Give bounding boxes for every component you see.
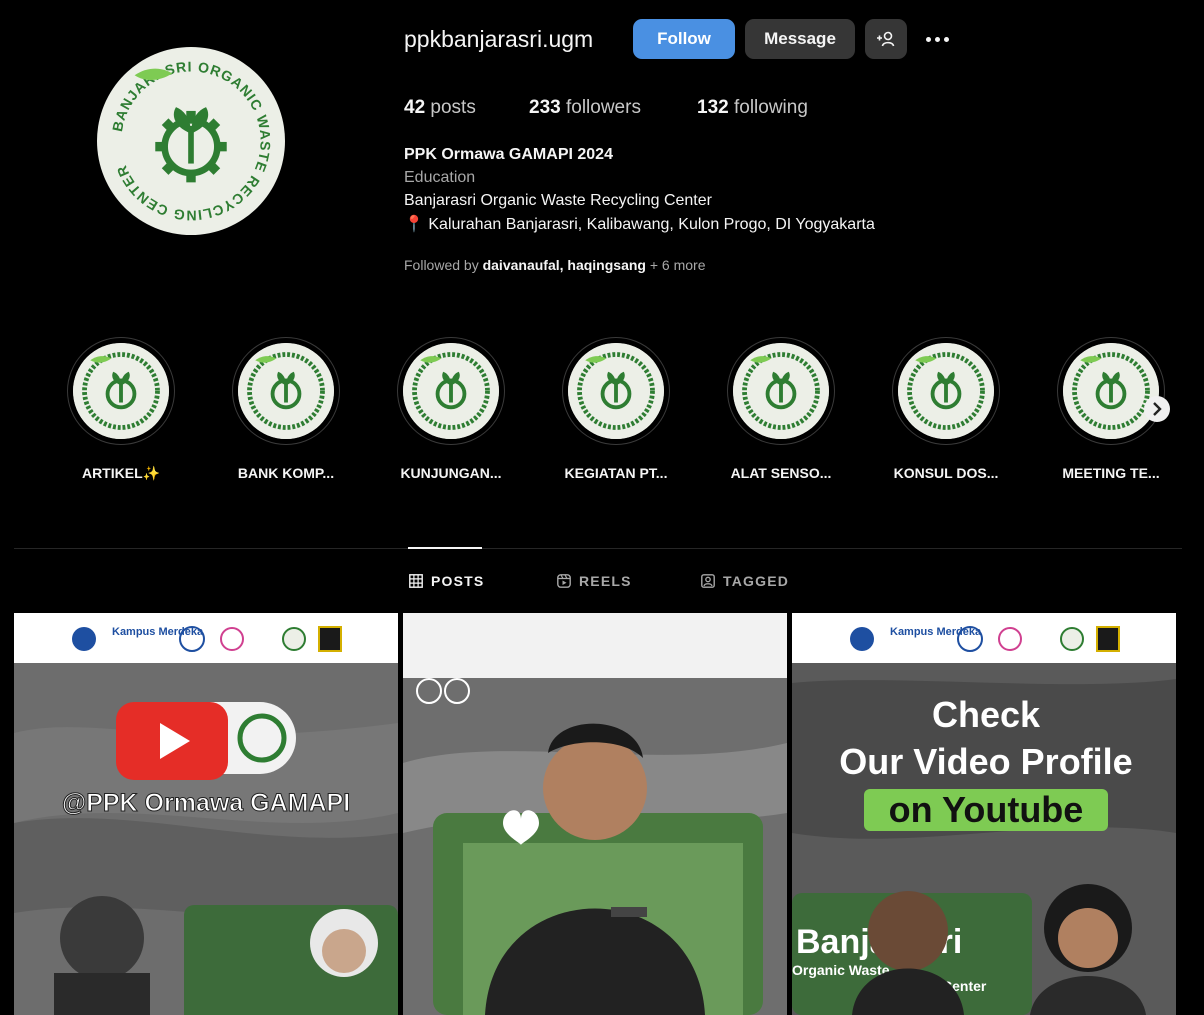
highlight-ring	[67, 337, 175, 445]
followed-by-users: daivanaufal, haqingsang	[482, 257, 646, 273]
profile-avatar[interactable]: BANJARASRI ORGANIC WASTE RECYCLING CENTE…	[97, 47, 285, 235]
follow-button[interactable]: Follow	[633, 19, 735, 59]
organic-waste-logo-small	[1060, 627, 1084, 651]
post-image-video-profile: Kampus Merdeka Check Our Video Profile o…	[792, 613, 1176, 1015]
message-button[interactable]: Message	[745, 19, 855, 59]
highlight-ring	[1057, 337, 1165, 445]
post-image-portrait	[403, 613, 787, 1015]
bio-location: 📍 Kalurahan Banjarasri, Kalibawang, Kulo…	[404, 216, 875, 233]
post-thumbnail-1[interactable]: Kampus Merdeka @PPK Ormawa GAMAPI	[14, 613, 398, 1015]
grid-icon	[409, 574, 423, 588]
highlight-ring	[727, 337, 835, 445]
story-highlight[interactable]: BANK KOMP...	[231, 337, 341, 481]
highlight-label: ARTIKEL✨	[81, 465, 161, 481]
tabs-divider	[14, 548, 1182, 549]
story-highlight[interactable]: ALAT SENSO...	[726, 337, 836, 481]
chevron-right-icon	[1153, 402, 1162, 416]
post-overlay-subtitle: Organic Waste	[792, 962, 890, 978]
profile-username: ppkbanjarasri.ugm	[404, 26, 594, 52]
organic-waste-logo	[73, 343, 169, 439]
dot-icon	[943, 36, 949, 42]
reels-icon	[557, 574, 571, 588]
highlight-label: BANK KOMP...	[237, 465, 335, 481]
post-image-youtube-promo: Kampus Merdeka @PPK Ormawa GAMAPI	[14, 613, 398, 1015]
regency-emblem-icon	[1096, 626, 1120, 652]
highlight-cover	[73, 343, 169, 439]
regency-emblem-icon	[318, 626, 342, 652]
followers-link[interactable]: 233 followers	[529, 97, 641, 119]
dot-icon	[934, 36, 940, 42]
highlight-label: KONSUL DOS...	[893, 465, 999, 481]
organic-waste-logo	[568, 343, 664, 439]
highlights-next-button[interactable]	[1144, 396, 1170, 422]
logo-badge-icon	[850, 627, 874, 651]
tagged-person-icon	[701, 574, 715, 588]
organic-waste-logo	[898, 343, 994, 439]
highlight-label: KEGIATAN PT...	[564, 465, 668, 481]
post-headline-3: on Youtube	[889, 789, 1084, 830]
highlight-cover	[568, 343, 664, 439]
post-headline: @PPK Ormawa GAMAPI	[62, 789, 350, 817]
add-person-icon	[877, 31, 895, 47]
highlight-cover	[733, 343, 829, 439]
highlight-label: ALAT SENSO...	[730, 465, 832, 481]
highlight-ring	[232, 337, 340, 445]
posts-count: 42 posts	[404, 97, 476, 118]
post-headline-1: Check	[932, 694, 1041, 735]
organic-waste-logo	[1063, 343, 1159, 439]
similar-accounts-button[interactable]	[865, 19, 907, 59]
highlight-cover	[238, 343, 334, 439]
followed-by[interactable]: Followed by daivanaufal, haqingsang + 6 …	[404, 257, 706, 273]
more-options-button[interactable]	[921, 27, 953, 51]
highlight-cover	[898, 343, 994, 439]
story-highlight[interactable]: ARTIKEL✨	[66, 337, 176, 482]
tab-posts[interactable]: POSTS	[409, 571, 484, 591]
organic-waste-logo: BANJARASRI ORGANIC WASTE RECYCLING CENTE…	[98, 48, 284, 234]
post-headline-2: Our Video Profile	[839, 741, 1132, 782]
highlight-label: MEETING TE...	[1062, 465, 1160, 481]
post-thumbnail-2[interactable]	[403, 613, 787, 1015]
active-tab-indicator	[408, 547, 482, 549]
story-highlight[interactable]: KEGIATAN PT...	[561, 337, 671, 481]
profile-category: Education	[404, 169, 476, 186]
highlight-ring	[397, 337, 505, 445]
profile-full-name: PPK Ormawa GAMAPI 2024	[404, 146, 613, 163]
dot-icon	[925, 36, 931, 42]
story-highlight[interactable]: KONSUL DOS...	[891, 337, 1001, 481]
post-thumbnail-3[interactable]: Kampus Merdeka Check Our Video Profile o…	[792, 613, 1176, 1015]
organic-waste-logo-small	[282, 627, 306, 651]
story-highlight[interactable]: KUNJUNGAN...	[396, 337, 506, 481]
highlight-cover	[1063, 343, 1159, 439]
bio-text: Banjarasri Organic Waste Recycling Cente…	[404, 192, 712, 209]
organic-waste-logo	[403, 343, 499, 439]
following-link[interactable]: 132 following	[697, 97, 808, 119]
highlight-cover	[403, 343, 499, 439]
logo-badge-icon	[72, 627, 96, 651]
organic-waste-logo	[238, 343, 334, 439]
tab-reels[interactable]: REELS	[557, 571, 632, 591]
highlight-ring	[562, 337, 670, 445]
highlight-label: KUNJUNGAN...	[400, 465, 502, 481]
highlight-ring	[892, 337, 1000, 445]
organic-waste-logo	[733, 343, 829, 439]
tab-tagged[interactable]: TAGGED	[701, 571, 789, 591]
